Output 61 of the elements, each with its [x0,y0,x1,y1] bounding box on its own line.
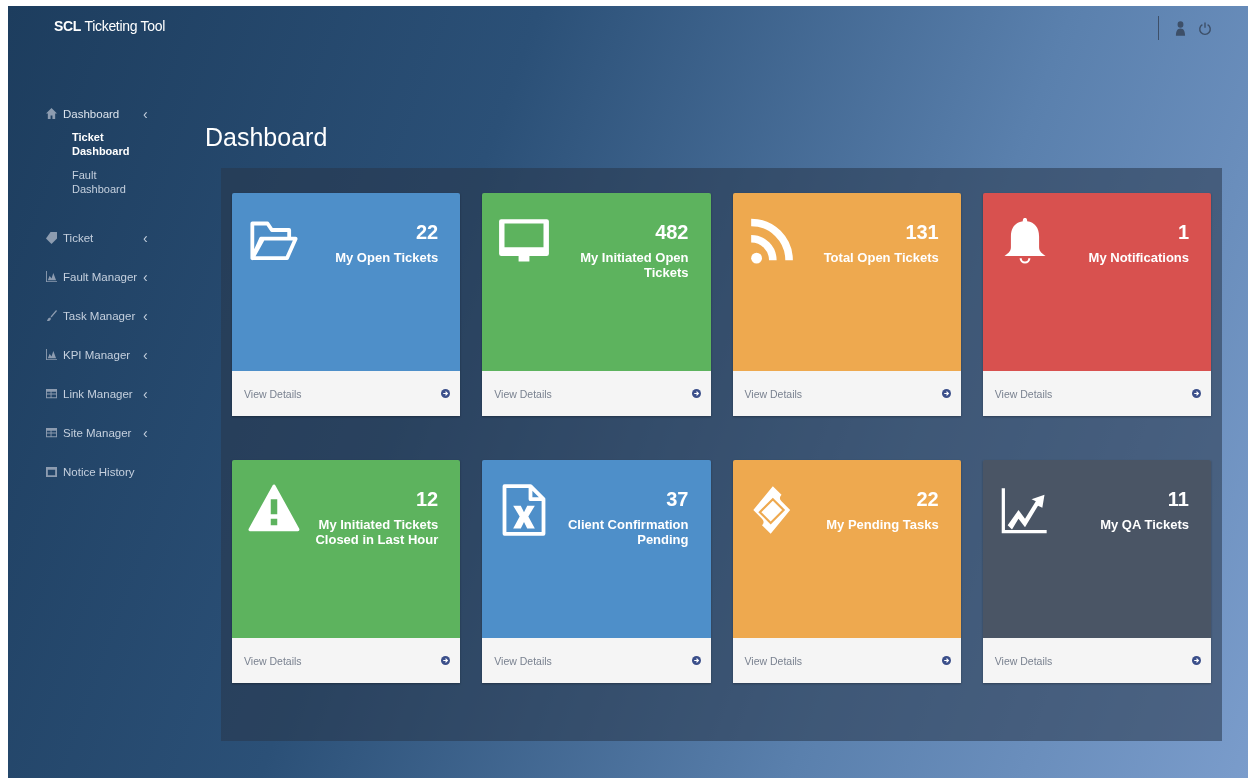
view-details-link[interactable]: View Details [482,638,711,683]
arrow-circle-icon [691,656,701,665]
sidebar-item[interactable]: Dashboard ‹ [46,98,205,130]
area-chart-icon [46,270,57,283]
stat-label: My Notifications [1088,250,1189,265]
caret-icon: ‹ [143,307,148,324]
stat-label: Client Confirmation Pending [566,517,689,547]
brush-icon [46,309,57,322]
arrow-circle-icon [1192,389,1201,398]
page-title: Dashboard [205,122,329,153]
stat-count: 482 [654,221,689,244]
table-icon [46,387,57,400]
stat-count: 22 [415,221,439,244]
submenu-item[interactable]: Fault Dashboard [72,168,142,196]
arrow-circle-icon [941,656,951,665]
stat-label: My Open Tickets [335,250,439,265]
arrow-circle-icon [441,389,451,398]
calendar-icon [46,465,57,478]
stat-count: 131 [904,221,939,244]
caret-icon: ‹ [143,229,148,246]
sidebar-item[interactable]: Link Manager ‹ [46,374,205,413]
home-icon [46,108,57,120]
submenu-item[interactable]: Ticket Dashboard [72,130,142,158]
view-details-link[interactable]: View Details [232,371,461,416]
sidebar-item[interactable]: Fault Manager ‹ [46,257,205,296]
area-chart-icon [46,348,57,361]
sidebar-item[interactable]: Site Manager ‹ [46,413,205,452]
view-details-link[interactable]: View Details [482,371,711,416]
view-details-link[interactable]: View Details [732,371,961,416]
stat-label: My Initiated Open Tickets [579,250,689,280]
stat-label: My Pending Tasks [826,517,939,532]
stat-count: 37 [665,488,689,511]
sidebar-item[interactable]: Notice History [46,452,205,491]
caret-icon: ‹ [143,268,148,285]
view-details-link[interactable]: View Details [982,638,1211,683]
stat-count: 12 [415,488,439,511]
caret-icon: ‹ [143,424,148,441]
power-icon[interactable] [1198,20,1212,36]
stat-count: 11 [1166,488,1189,511]
view-details-link[interactable]: View Details [232,638,461,683]
stat-label: My QA Tickets [1100,517,1189,532]
stat-label: My Initiated Tickets Closed in Last Hour [314,517,439,547]
stat-count: 1 [1176,221,1189,244]
sidebar-item[interactable]: Ticket ‹ [46,218,205,257]
arrow-circle-icon [1192,656,1201,665]
table-icon [46,426,57,439]
arrow-circle-icon [941,389,951,398]
arrow-circle-icon [691,389,701,398]
view-details-link[interactable]: View Details [982,371,1211,416]
tag-icon [46,231,57,244]
view-details-link[interactable]: View Details [732,638,961,683]
stat-count: 22 [915,488,939,511]
arrow-circle-icon [441,656,451,665]
sidebar-item[interactable]: Task Manager ‹ [46,296,205,335]
sidebar-item[interactable]: KPI Manager ‹ [46,335,205,374]
caret-icon: ‹ [143,346,148,363]
caret-icon: ‹ [143,385,148,402]
caret-icon: ‹ [143,106,148,122]
stat-label: Total Open Tickets [823,250,939,265]
user-icon[interactable] [1175,20,1186,36]
brand-title: SCL Ticketing Tool [54,18,166,34]
